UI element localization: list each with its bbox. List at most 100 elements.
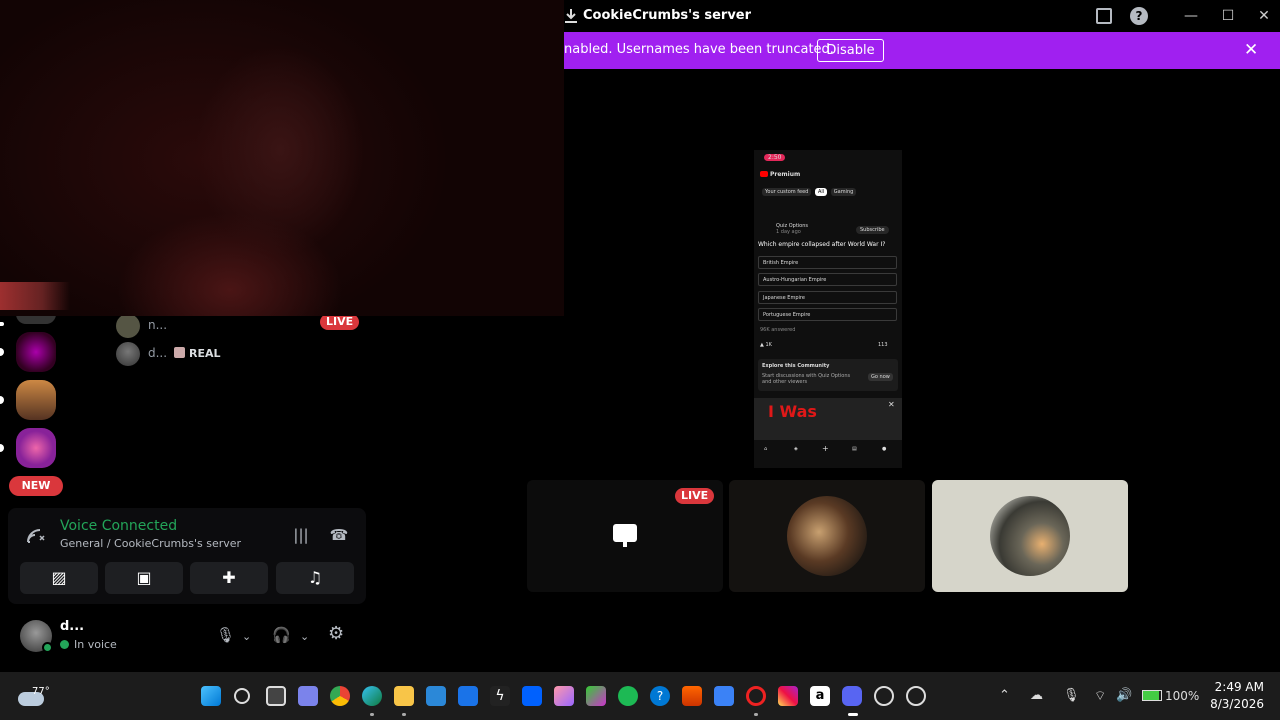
system-time[interactable]: 2:49 AM [1208,680,1264,694]
soundboard-button[interactable]: ♫ [276,562,354,594]
get-help-icon[interactable]: ? [650,686,670,706]
share-screen-icon: ▣ [136,568,152,587]
activities-button[interactable]: ✚ [190,562,268,594]
chip-gaming[interactable]: Gaming [830,188,857,196]
instagram-icon[interactable] [778,686,798,706]
participant-tile[interactable] [932,480,1128,592]
subscriptions-icon[interactable]: ▤ [852,446,857,452]
copilot-icon[interactable] [554,686,574,706]
voice-user-name: n... [148,318,168,332]
you-icon[interactable]: ● [882,446,886,452]
spotify-icon[interactable] [618,686,638,706]
server-unread-pill [0,348,4,356]
disconnect-icon[interactable]: ☎ [328,526,350,544]
server-icon[interactable] [16,428,56,468]
feed-chips: Your custom feed All Gaming [762,188,902,198]
share-screen-button[interactable]: ▣ [105,562,183,594]
new-badge: NEW [9,476,63,496]
avatar [990,496,1070,576]
like-count-label: 1K [765,342,772,348]
dropbox-icon[interactable] [522,686,542,706]
voice-status-icon [60,640,69,649]
shorts-icon[interactable]: ◈ [794,446,798,452]
file-explorer-icon[interactable] [394,686,414,706]
store-icon[interactable] [426,686,446,706]
active-indicator [848,713,858,716]
start-icon[interactable] [201,686,221,706]
close-notice-icon[interactable]: ✕ [1244,40,1258,60]
opera-icon[interactable] [746,686,766,706]
headphones-icon[interactable]: 🎧 [272,626,291,644]
server-icon[interactable] [16,380,56,420]
chevron-down-icon[interactable]: ⌄ [242,630,251,643]
participant-tile-stream[interactable]: LIVE [527,480,723,592]
bolt-app-icon[interactable]: ϟ [490,686,510,706]
live-badge: LIVE [320,314,360,330]
quiz-option[interactable]: British Empire [758,256,897,269]
fl-studio-icon[interactable] [682,686,702,706]
chip-all[interactable]: All [814,188,828,196]
chatgpt-icon[interactable] [874,686,894,706]
camera-off-icon: ▨ [51,568,67,587]
system-date[interactable]: 8/3/2026 [1208,697,1264,711]
user-panel: d... In voice 🎙 ⌄ 🎧 ⌄ ⚙ [8,610,366,666]
help-icon[interactable]: ? [1130,7,1148,25]
search-icon[interactable] [234,688,250,704]
chrome-icon[interactable] [330,686,350,706]
tray-app-icon[interactable]: ☁ [1030,688,1043,703]
edge-icon[interactable] [362,686,382,706]
teams-icon[interactable] [298,686,318,706]
maximize-button[interactable]: ☐ [1215,4,1241,28]
create-icon[interactable]: + [822,444,829,453]
discord-icon[interactable] [842,686,862,706]
volume-icon[interactable]: 🔊 [1116,688,1132,703]
voice-channel[interactable]: General / CookieCrumbs's server [60,537,241,550]
webcam-overlay [0,0,564,316]
home-icon[interactable]: ⌂ [764,446,767,452]
task-view-icon[interactable] [266,686,286,706]
mini-player[interactable]: I Was ✕ [754,398,902,440]
signal-icon[interactable] [26,528,46,544]
chevron-up-icon[interactable]: ⌃ [999,688,1010,703]
taskbar: 77° ϟ ? a ⌃ ☁ 🎙 ⌔ 🔊 100% 2:49 AM 8/3/202… [0,672,1280,720]
quiz-option[interactable]: Austro-Hungarian Empire [758,273,897,286]
app-icon[interactable] [586,686,606,706]
notice-bar: nabled. Usernames have been truncated. D… [564,32,1280,69]
download-icon[interactable] [564,8,578,24]
quiz-option[interactable]: Portuguese Empire [758,308,897,321]
minimize-button[interactable]: — [1178,4,1204,28]
go-now-button[interactable]: Go now [868,373,893,381]
post-channel: Quiz Options 1 day ago [776,223,808,235]
quiz-option[interactable]: Japanese Empire [758,291,897,304]
close-window-button[interactable]: ✕ [1251,4,1277,28]
subscribe-button[interactable]: Subscribe [856,226,889,234]
app-icon[interactable] [906,686,926,706]
microphone-tray-icon[interactable]: 🎙 [1063,688,1080,703]
camera-off-button[interactable]: ▨ [20,562,98,594]
stream-view[interactable]: 2:50 Premium Your custom feed All Gaming… [754,150,902,468]
like-count[interactable]: ▲ 1K [760,342,772,348]
explore-text: Start discussions with Quiz Options and … [762,373,851,385]
real-tag: REAL [174,347,221,360]
phone-clock: 2:50 [764,154,786,161]
battery-icon[interactable] [1142,690,1162,701]
participant-tile[interactable] [729,480,925,592]
chevron-down-icon[interactable]: ⌄ [300,630,309,643]
running-indicator [402,713,406,716]
disable-button[interactable]: Disable [817,39,884,62]
server-icon[interactable] [16,332,56,372]
gear-icon[interactable]: ⚙ [328,623,344,644]
mail-icon[interactable] [458,686,478,706]
chip-custom-feed[interactable]: Your custom feed [762,188,812,196]
wifi-icon[interactable]: ⌔ [1094,688,1106,704]
comment-count[interactable]: 113 [878,342,888,348]
close-mini-player-icon[interactable]: ✕ [888,400,895,409]
amazon-icon[interactable]: a [810,686,830,706]
app-icon[interactable] [714,686,734,706]
microphone-icon[interactable]: 🎙 [216,626,235,644]
server-unread-pill [0,396,4,404]
inbox-icon[interactable] [1096,8,1112,24]
window-title: CookieCrumbs's server [583,8,752,23]
title-bar: CookieCrumbs's server ? — ☐ ✕ [564,0,1280,32]
noise-suppression-icon[interactable]: ||| [290,526,312,544]
